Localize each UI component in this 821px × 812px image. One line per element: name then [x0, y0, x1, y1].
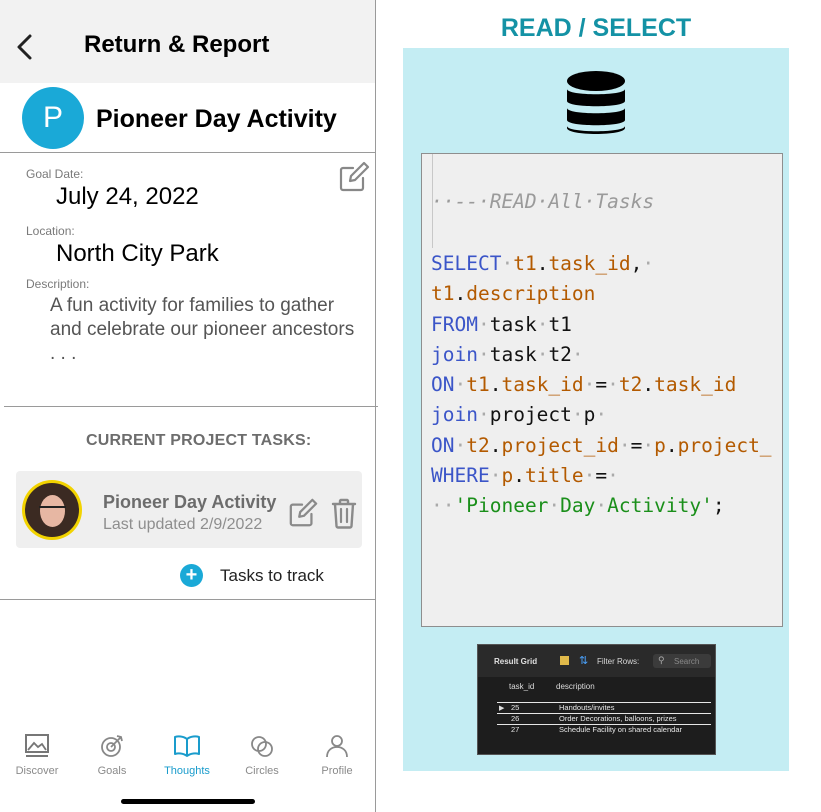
avatar	[22, 480, 82, 540]
book-icon	[174, 735, 200, 757]
tab-label: Goals	[97, 765, 127, 777]
column-header: task_id	[509, 682, 535, 691]
target-icon	[101, 735, 123, 757]
edit-icon[interactable]	[338, 161, 370, 193]
back-chevron-icon[interactable]	[12, 32, 38, 62]
tab-circles[interactable]: Circles	[227, 733, 297, 777]
tab-label: Circles	[245, 765, 279, 777]
search-icon: ⚲	[658, 655, 665, 665]
tab-thoughts[interactable]: Thoughts	[152, 733, 222, 777]
phone-screen: Return & Report P Pioneer Day Activity G…	[0, 0, 378, 812]
table-row[interactable]: 27 Schedule Facility on shared calendar	[497, 724, 711, 735]
tab-profile[interactable]: Profile	[302, 733, 372, 777]
goal-date-label: Goal Date:	[26, 167, 84, 181]
location-value: North City Park	[56, 240, 219, 267]
table-row[interactable]: 25 Handouts/invites	[497, 702, 711, 713]
search-input[interactable]: ⚲ Search	[653, 654, 711, 668]
table-cell: Handouts/invites	[559, 703, 615, 712]
result-grid-toolbar: Result Grid ⇅ Filter Rows: ⚲ Search	[478, 645, 715, 677]
filter-rows-label: Filter Rows:	[597, 657, 640, 666]
top-bar: Return & Report	[0, 0, 375, 83]
database-icon	[567, 71, 625, 134]
task-card[interactable]: Pioneer Day Activity Last updated 2/9/20…	[16, 471, 362, 548]
result-grid: Result Grid ⇅ Filter Rows: ⚲ Search task…	[477, 644, 716, 755]
tab-label: Discover	[15, 765, 59, 777]
task-updated: Last updated 2/9/2022	[103, 516, 263, 533]
description-value: A fun activity for families to gather an…	[50, 295, 355, 364]
table-cell: 25	[511, 703, 520, 712]
tab-bar: Discover Goals Thoughts Circles Profile	[0, 733, 375, 783]
panel-heading: READ / SELECT	[500, 14, 692, 42]
result-grid-title: Result Grid	[494, 657, 538, 666]
trash-icon[interactable]	[330, 497, 358, 529]
project-name: Pioneer Day Activity	[96, 105, 337, 133]
tab-label: Thoughts	[164, 765, 210, 777]
task-name: Pioneer Day Activity	[103, 492, 277, 512]
column-header: description	[556, 682, 595, 691]
table-cell: 27	[511, 725, 520, 734]
table-cell: Schedule Facility on shared calendar	[559, 725, 682, 734]
circles-icon	[251, 736, 273, 757]
home-indicator	[121, 799, 255, 804]
add-task-label: Tasks to track	[220, 566, 324, 585]
sql-code: SELECT·t1.task_id,· t1.description FROM·…	[431, 252, 772, 518]
plus-circle-icon: +	[180, 564, 203, 587]
divider	[0, 599, 375, 600]
location-label: Location:	[26, 224, 75, 238]
table-cell: Order Decorations, balloons, prizes	[559, 714, 677, 723]
table-row[interactable]: 26 Order Decorations, balloons, prizes	[497, 713, 711, 724]
tasks-section-title: CURRENT PROJECT TASKS:	[86, 432, 312, 449]
tab-goals[interactable]: Goals	[77, 733, 147, 777]
tab-discover[interactable]: Discover	[2, 733, 72, 777]
grid-view-icon[interactable]	[560, 656, 569, 665]
person-icon	[326, 735, 348, 758]
table-cell: 26	[511, 714, 520, 723]
page-title: Return & Report	[84, 31, 270, 58]
goal-date-value: July 24, 2022	[56, 183, 199, 210]
divider	[4, 406, 378, 407]
divider	[0, 152, 375, 153]
image-icon	[25, 734, 49, 757]
sql-comment: ··--·READ·All·Tasks	[431, 190, 655, 213]
edit-icon[interactable]	[288, 498, 318, 528]
sql-code-editor: ··--·READ·All·Tasks SELECT·t1.task_id,· …	[421, 153, 783, 627]
refresh-icon[interactable]: ⇅	[579, 654, 588, 667]
project-avatar: P	[22, 87, 84, 149]
description-label: Description:	[26, 277, 90, 291]
tab-label: Profile	[321, 765, 353, 777]
